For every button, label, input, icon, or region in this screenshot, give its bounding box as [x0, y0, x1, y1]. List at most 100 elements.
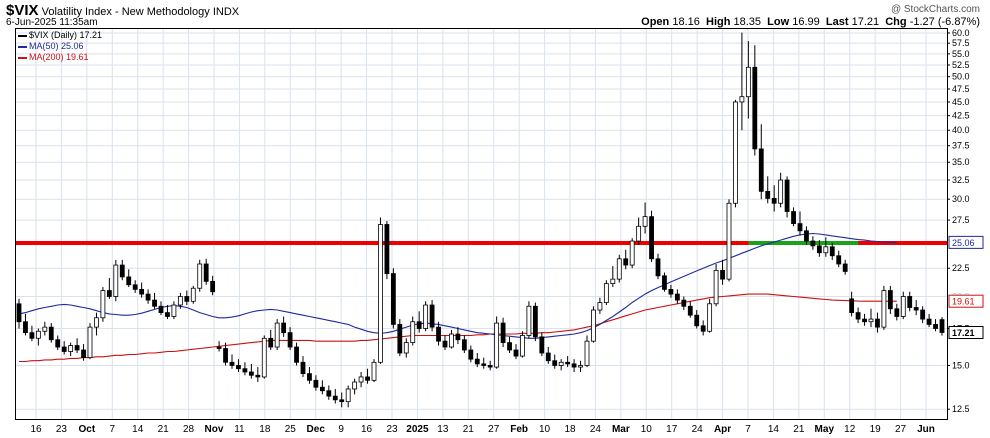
- candle-body: [23, 321, 28, 334]
- candle-body: [429, 304, 435, 328]
- candle-body: [778, 179, 784, 204]
- plot-area: [16, 29, 947, 419]
- candle-body: [500, 322, 506, 344]
- candle-body: [591, 309, 596, 342]
- candle-body: [810, 240, 816, 247]
- x-tick-label: Apr: [714, 424, 731, 435]
- candle-body: [836, 255, 842, 265]
- candle-body: [287, 332, 293, 348]
- candle-body: [390, 273, 396, 325]
- y-tick-label: 50.0: [952, 72, 970, 82]
- candle-body: [442, 340, 448, 348]
- x-tick-label: 21: [158, 424, 170, 435]
- candle-body: [558, 361, 564, 366]
- candle-body: [674, 293, 680, 301]
- candle-body: [526, 305, 532, 336]
- candle-body: [700, 325, 706, 332]
- candle-body: [597, 302, 603, 311]
- legend-ma50-swatch: [18, 45, 27, 48]
- candle-body: [842, 263, 848, 272]
- y-tick-label: 60.0: [952, 28, 970, 38]
- x-tick-label: Jun: [917, 424, 935, 435]
- candle-body: [158, 305, 164, 313]
- candle-body: [797, 223, 803, 232]
- candle-body: [384, 224, 390, 275]
- candle-body: [939, 319, 945, 333]
- candle-body: [481, 363, 487, 366]
- candle-body: [868, 318, 874, 323]
- candle-body: [313, 379, 319, 388]
- candle-body: [29, 332, 35, 339]
- y-tick-label: 45.0: [952, 97, 970, 107]
- x-tick-label: 23: [56, 424, 68, 435]
- candle-body: [119, 264, 125, 278]
- candle-body: [397, 324, 403, 354]
- candle-body: [881, 290, 887, 328]
- x-tick-label: 17: [666, 424, 678, 435]
- candle-body: [326, 390, 332, 397]
- x-tick-label: 27: [488, 424, 500, 435]
- x-tick-label: Oct: [79, 424, 96, 435]
- candle-body: [752, 66, 758, 150]
- candle-body: [281, 322, 287, 334]
- y-tick-label: 30.0: [952, 194, 970, 204]
- y-tick-label: 22.5: [952, 263, 970, 273]
- candle-body: [436, 326, 441, 342]
- x-tick-label: 13: [437, 424, 449, 435]
- candle-body: [94, 317, 99, 328]
- candle-body: [461, 339, 467, 351]
- candle-body: [771, 198, 777, 204]
- candle-body: [345, 388, 351, 403]
- x-tick-label: 24: [692, 424, 704, 435]
- candle-body: [449, 333, 454, 348]
- candle-body: [565, 361, 571, 365]
- candle-body: [416, 321, 422, 329]
- candle-body: [784, 179, 790, 212]
- candle-body: [210, 280, 216, 293]
- candle-body: [184, 296, 190, 302]
- candle-body: [255, 374, 261, 378]
- candle-body: [145, 293, 151, 301]
- candle-body: [126, 276, 132, 286]
- x-tick-label: May: [815, 424, 835, 435]
- x-tick-label: 12: [844, 424, 856, 435]
- candle-body: [894, 308, 900, 317]
- candle-body: [55, 339, 61, 348]
- candle-body: [662, 275, 667, 290]
- x-tick-label: 16: [361, 424, 373, 435]
- candle-body: [726, 202, 732, 280]
- candle-body: [100, 290, 106, 319]
- candle-body: [804, 230, 809, 242]
- y-tick-label: 57.5: [952, 38, 970, 48]
- x-tick-label: 10: [539, 424, 551, 435]
- candle-body: [791, 211, 796, 225]
- candle-body: [603, 283, 609, 303]
- candle-body: [35, 330, 41, 339]
- candle-body: [365, 376, 370, 381]
- y-tick-label: 35.0: [952, 157, 970, 167]
- candle-body: [539, 336, 545, 354]
- candle-body: [68, 345, 74, 352]
- candle-body: [913, 307, 919, 311]
- x-tick-label: 19: [870, 424, 882, 435]
- legend-main-swatch: [18, 34, 27, 37]
- candle-body: [42, 326, 48, 332]
- candle-body: [520, 335, 525, 357]
- x-tick-label: Mar: [612, 424, 630, 435]
- candle-body: [571, 363, 577, 368]
- x-tick-label: 7: [110, 424, 116, 435]
- x-tick-label: 9: [338, 424, 344, 435]
- last-price-axis-label: 17.21: [952, 328, 975, 338]
- candle-body: [668, 288, 674, 295]
- ma50-axis-label: 25.06: [952, 238, 975, 248]
- candle-body: [268, 337, 274, 348]
- candle-body: [720, 269, 725, 280]
- candle-body: [106, 290, 112, 297]
- candle-body: [165, 312, 170, 317]
- legend-ma50: MA(50) 25.06: [18, 41, 102, 52]
- candle-body: [223, 348, 228, 363]
- candle-body: [190, 287, 196, 302]
- candle-body: [855, 312, 861, 320]
- y-tick-label: 27.5: [952, 215, 970, 225]
- legend-ma200-label: MA(200) 19.61: [29, 52, 89, 62]
